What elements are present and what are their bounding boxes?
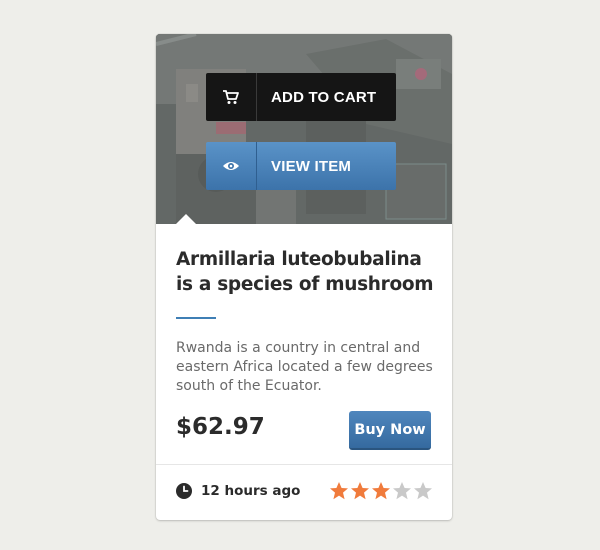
star-filled-icon[interactable] <box>350 481 370 501</box>
star-rating[interactable] <box>329 481 433 501</box>
star-filled-icon[interactable] <box>329 481 349 501</box>
view-item-label: VIEW ITEM <box>271 157 352 175</box>
product-description: Rwanda is a country in central and easte… <box>176 340 433 394</box>
buy-now-button[interactable]: Buy Now <box>349 411 431 450</box>
eye-icon <box>206 142 257 190</box>
add-to-cart-label: ADD TO CART <box>271 88 377 106</box>
image-overlay <box>156 34 452 224</box>
star-empty-icon[interactable] <box>392 481 412 501</box>
post-time-text: 12 hours ago <box>201 483 301 499</box>
view-item-button[interactable]: VIEW ITEM <box>206 142 396 190</box>
post-time: 12 hours ago <box>176 483 300 499</box>
star-empty-icon[interactable] <box>413 481 433 501</box>
product-price: $62.97 <box>176 414 265 440</box>
product-card: ADD TO CART VIEW ITEM Armillaria luteobu… <box>156 34 452 520</box>
footer-divider <box>156 464 452 465</box>
star-filled-icon[interactable] <box>371 481 391 501</box>
product-image[interactable]: ADD TO CART VIEW ITEM <box>156 34 452 224</box>
title-divider <box>176 317 216 319</box>
image-pointer <box>176 214 196 224</box>
cart-icon <box>206 73 257 121</box>
add-to-cart-button[interactable]: ADD TO CART <box>206 73 396 121</box>
product-title[interactable]: Armillaria luteobubalina is a species of… <box>176 247 438 297</box>
clock-icon <box>176 483 192 499</box>
